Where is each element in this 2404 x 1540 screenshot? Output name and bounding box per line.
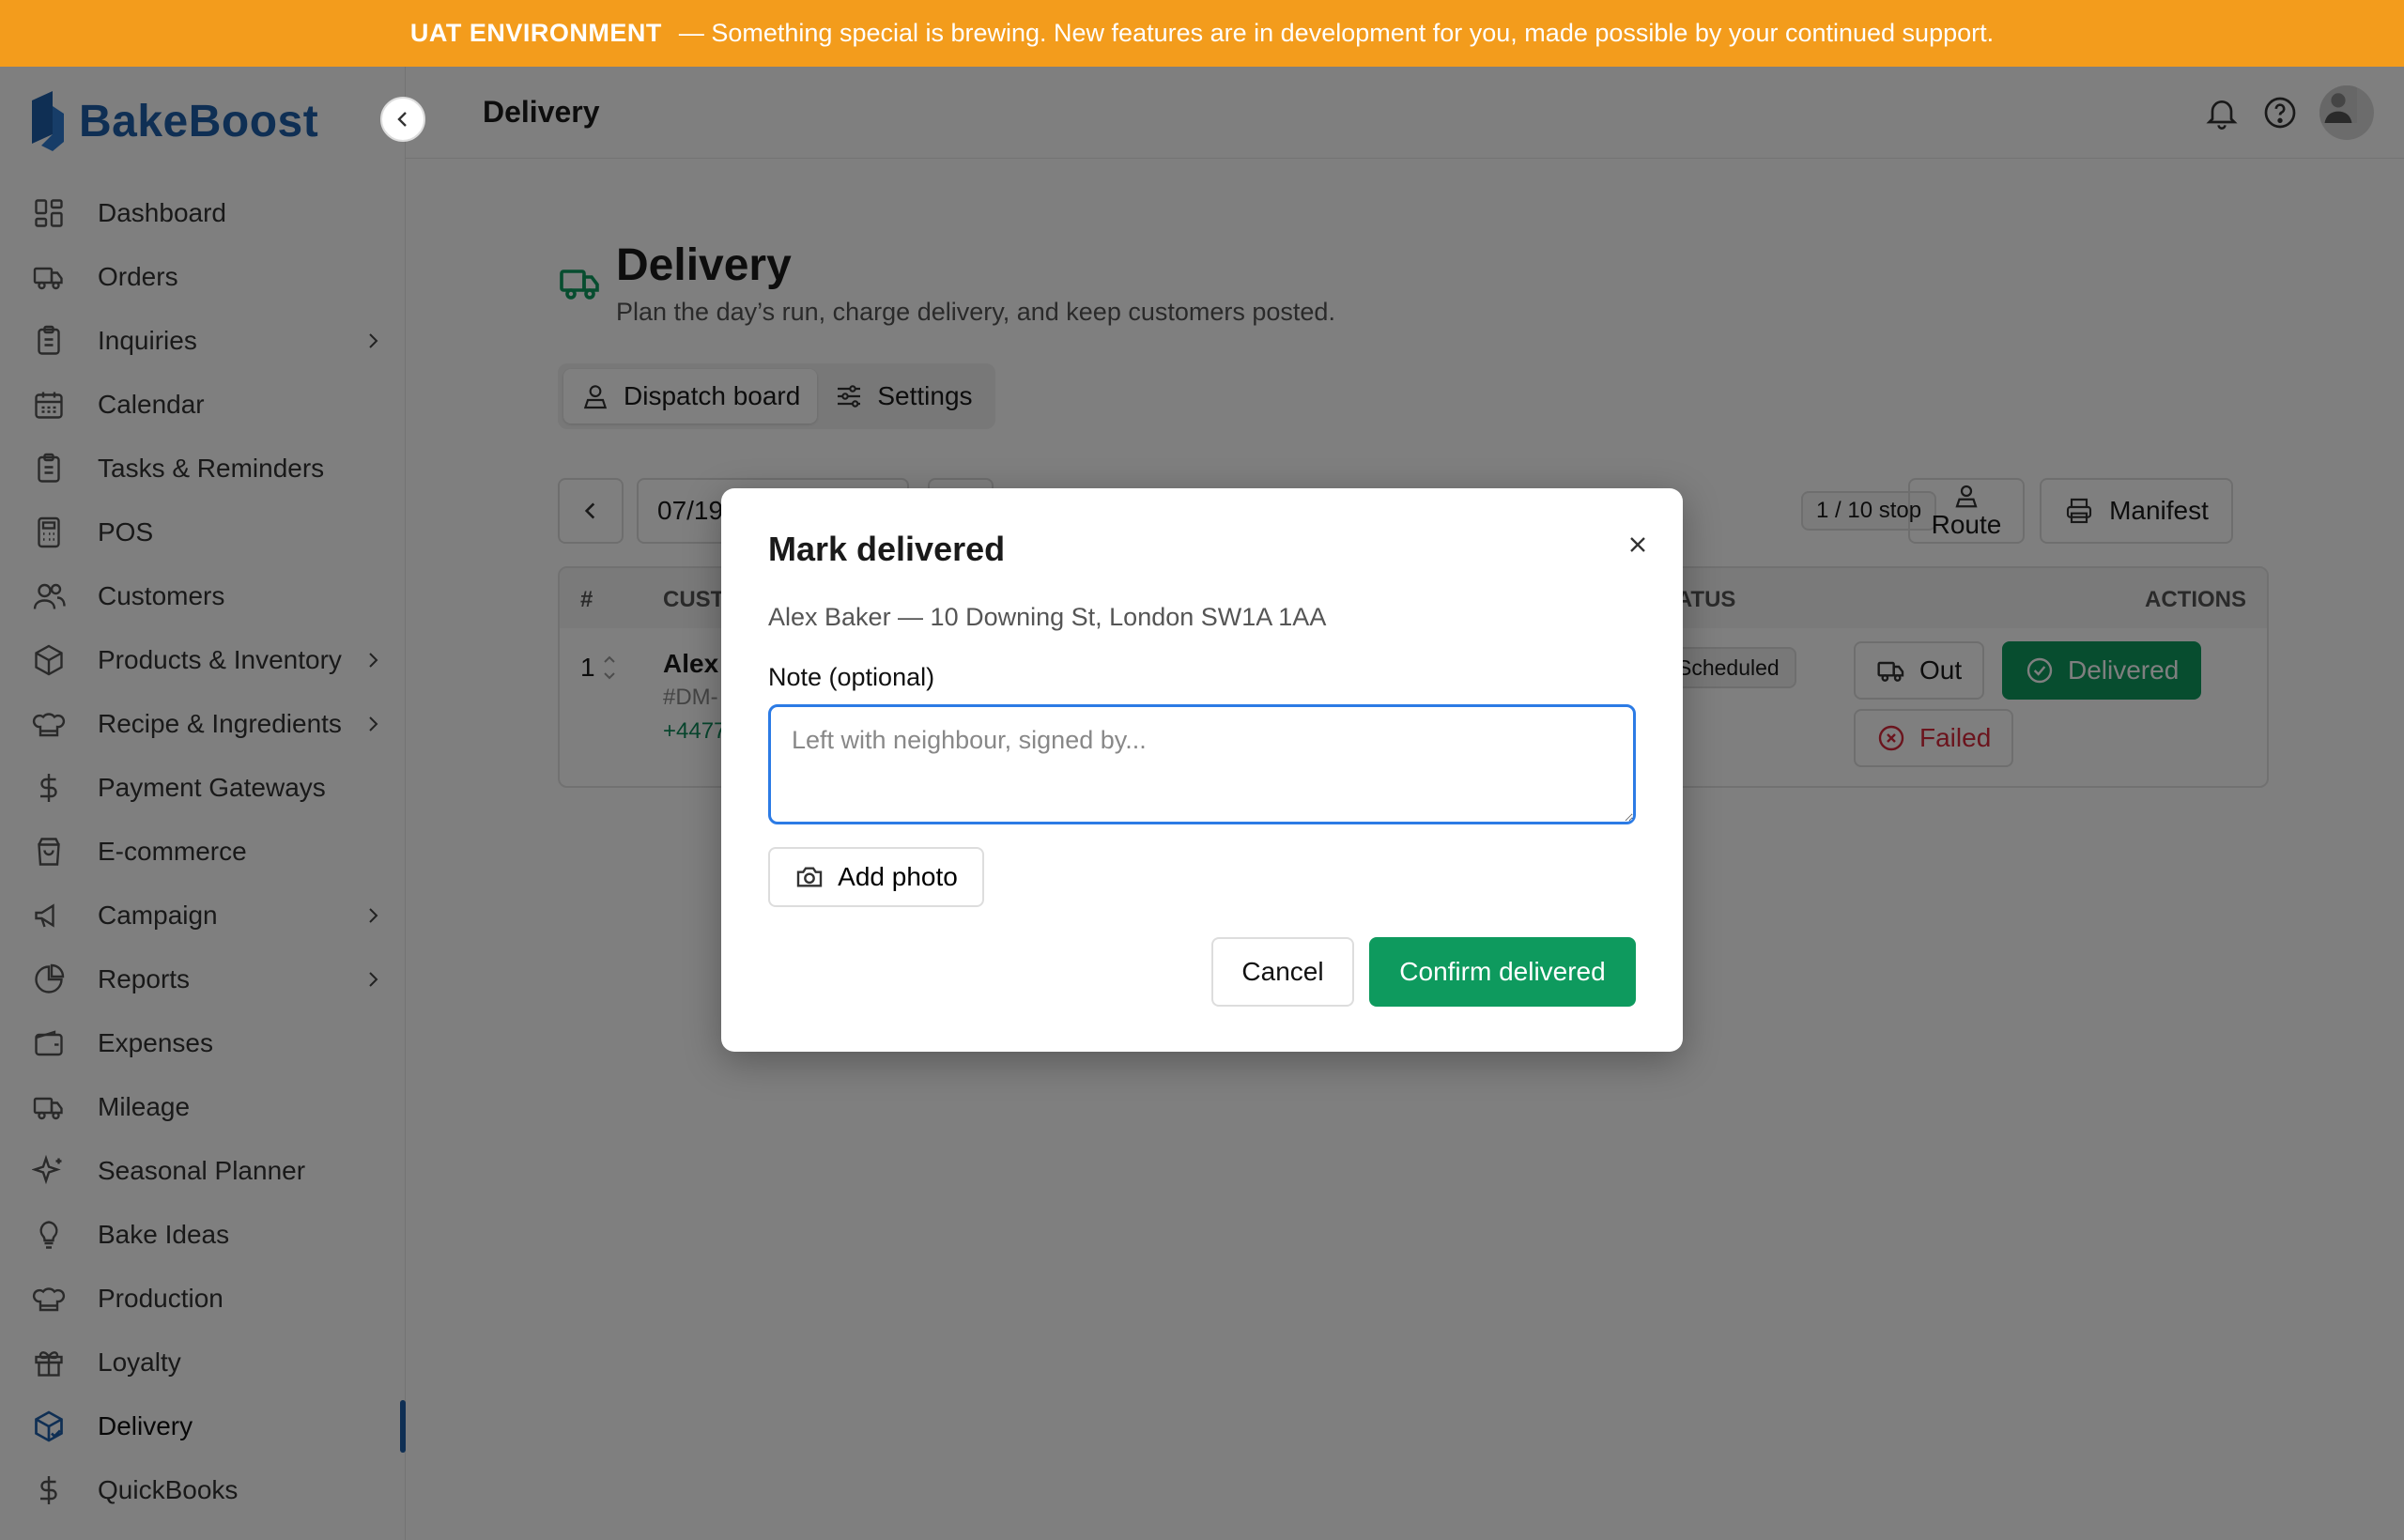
environment-label: UAT ENVIRONMENT <box>409 19 662 47</box>
mark-delivered-dialog: Mark delivered Alex Baker — 10 Downing S… <box>721 488 1683 1052</box>
close-icon <box>1630 537 1645 552</box>
add-photo-label: Add photo <box>838 862 958 891</box>
banner-message: — Something special is brewing. New feat… <box>678 19 1995 47</box>
note-field[interactable] <box>768 704 1636 824</box>
environment-banner: UAT ENVIRONMENT — Something special is b… <box>0 0 2404 67</box>
delivery-address: Alex Baker — 10 Downing St, London SW1A … <box>768 603 1327 631</box>
note-label: Note (optional) <box>768 663 935 691</box>
sidebar-collapse-button[interactable] <box>380 97 425 142</box>
close-button[interactable] <box>1617 524 1658 565</box>
camera-icon <box>796 867 823 887</box>
cancel-button[interactable]: Cancel <box>1211 937 1354 1007</box>
dialog-title: Mark delivered <box>768 530 1006 568</box>
confirm-delivered-button[interactable]: Confirm delivered <box>1369 937 1636 1007</box>
chevron-left-icon <box>397 112 407 127</box>
add-photo-button[interactable]: Add photo <box>768 847 984 907</box>
